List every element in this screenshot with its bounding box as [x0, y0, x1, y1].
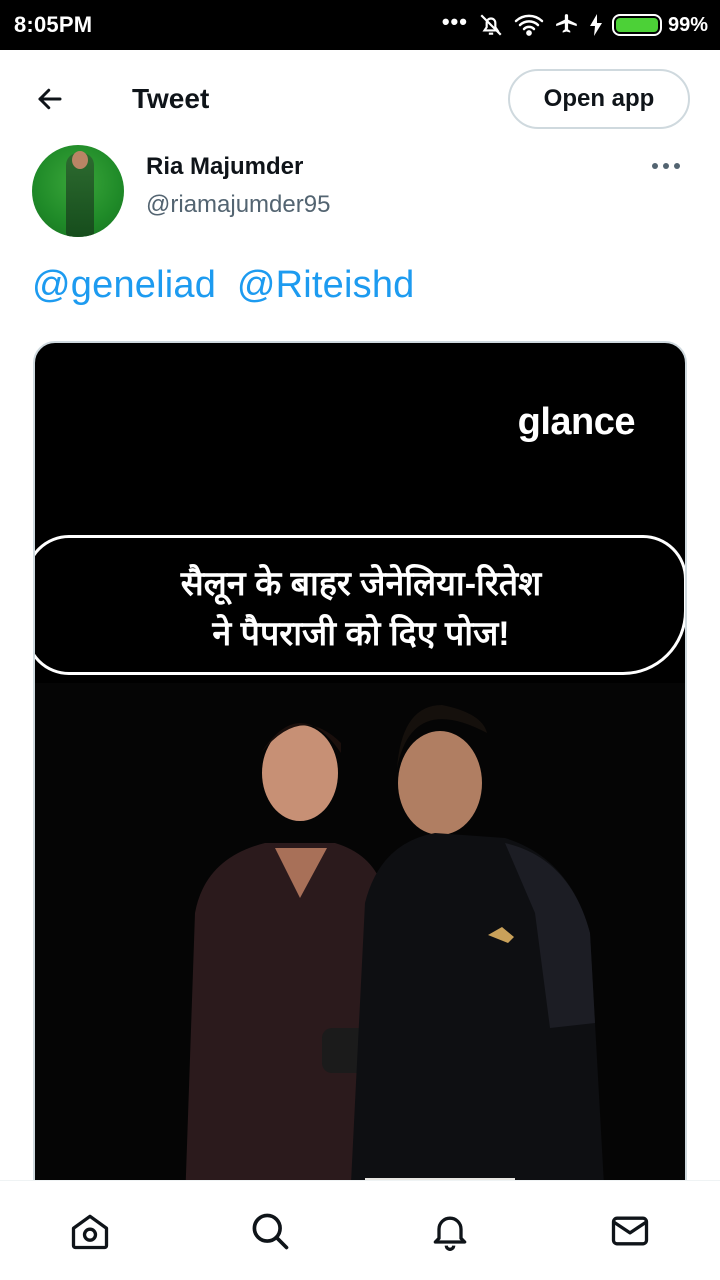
bottom-navigation [0, 1180, 720, 1280]
nav-messages[interactable] [600, 1201, 660, 1261]
open-app-button[interactable]: Open app [508, 69, 690, 129]
search-icon [252, 1213, 289, 1249]
notifications-icon [433, 1216, 467, 1251]
mute-icon [478, 12, 504, 38]
more-options-button[interactable] [646, 151, 686, 181]
status-bar: 8:05PM ••• 99% [0, 0, 720, 50]
battery-body [611, 14, 662, 36]
nav-notifications[interactable] [420, 1201, 480, 1261]
home-icon [71, 1214, 109, 1249]
mention-link[interactable]: @geneliad [32, 264, 216, 306]
avatar[interactable] [32, 145, 124, 237]
glance-logo: glance [517, 401, 636, 443]
airplane-icon [554, 12, 580, 38]
headline-line-2: ने पैपराजी को दिए पोज! [212, 615, 510, 653]
wifi-icon [514, 13, 544, 37]
battery-icon: 99% [611, 13, 708, 37]
tweet-media[interactable]: glance सैलून के बाहर जेनेलिया-रितेश ने प… [33, 341, 687, 1201]
back-arrow-icon [38, 88, 62, 110]
nav-search[interactable] [240, 1201, 300, 1261]
author-handle[interactable]: @riamajumder95 [146, 191, 330, 219]
couple-photo [35, 683, 685, 1199]
top-bar: Tweet Open app [0, 50, 720, 148]
avatar-head [72, 151, 88, 169]
headline-line-1: सैलून के बाहर जेनेलिया-रितेश [180, 565, 542, 603]
messages-icon [611, 1216, 649, 1245]
back-button[interactable] [30, 79, 70, 119]
page-title: Tweet [132, 83, 210, 114]
battery-percent: 99% [667, 13, 708, 36]
status-dots: ••• [441, 9, 468, 34]
author-name[interactable]: Ria Majumder [146, 153, 303, 181]
status-time: 8:05PM [14, 12, 93, 37]
status-icons: ••• 99% [441, 9, 708, 38]
more-icon [652, 163, 680, 169]
battery-fill [615, 18, 658, 32]
tweet-author: Ria Majumder @riamajumder95 [32, 145, 688, 240]
mention-link[interactable]: @Riteishd [237, 264, 415, 306]
tweet-text: @geneliad @Riteishd [32, 264, 425, 307]
charging-icon [589, 14, 602, 36]
nav-home[interactable] [60, 1201, 120, 1261]
